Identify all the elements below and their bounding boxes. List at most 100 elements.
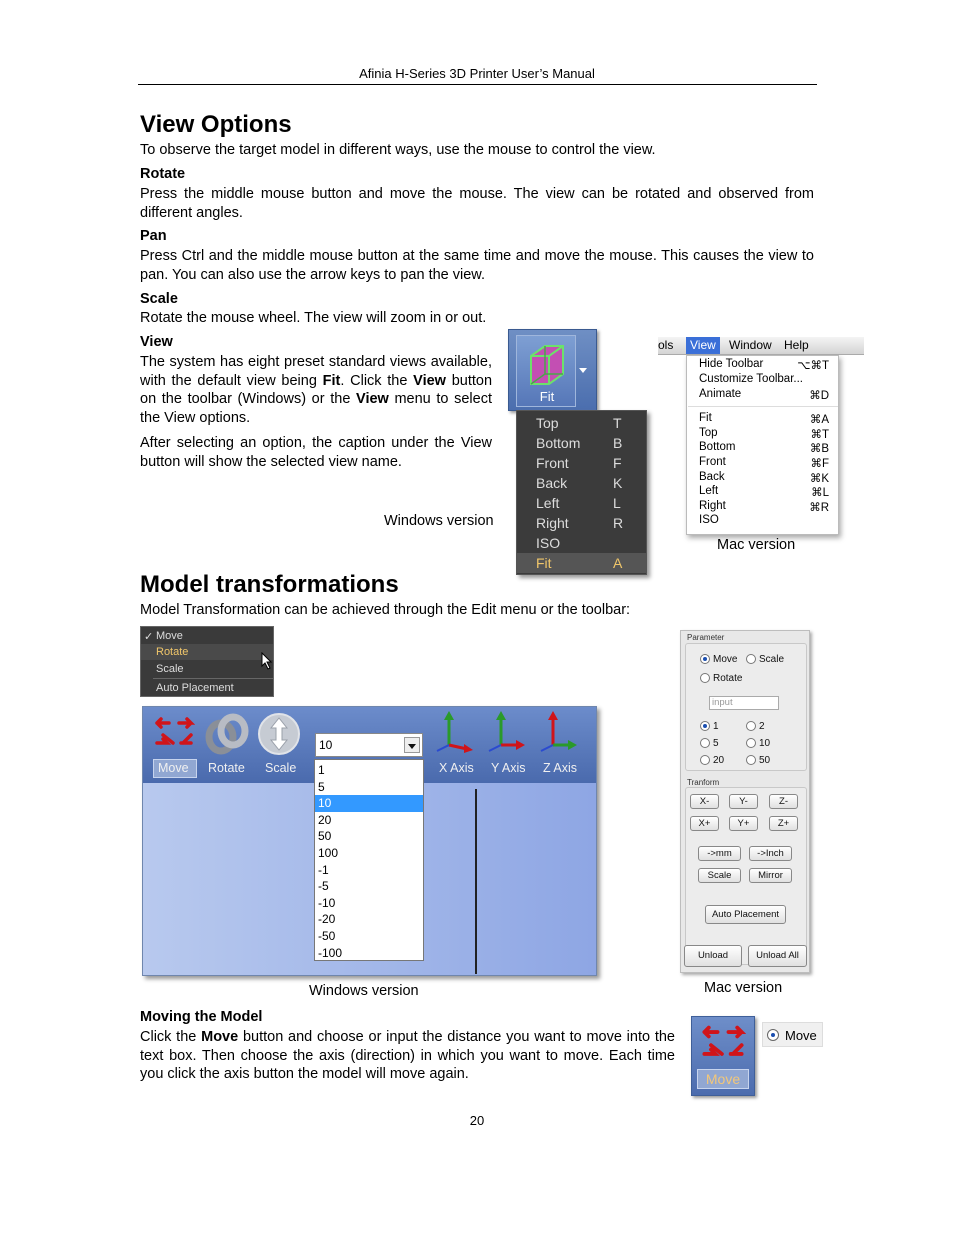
menubar-item[interactable]: ols — [658, 338, 673, 352]
distance-option[interactable]: -20 — [315, 911, 423, 928]
y-plus-button[interactable]: Y+ — [729, 816, 758, 831]
unload-button[interactable]: Unload — [684, 945, 742, 967]
chevron-down-icon[interactable] — [404, 737, 420, 753]
mac-menu-item[interactable]: Animate ⌘D — [699, 388, 829, 402]
radio-label: 20 — [713, 755, 725, 766]
view-menu-item[interactable]: Front F — [517, 453, 646, 473]
mode-radio-rotate[interactable] — [700, 673, 710, 683]
view-menu-item[interactable]: Back K — [517, 473, 646, 493]
distance-option[interactable]: 100 — [315, 845, 423, 862]
model-transformations-intro: Model Transformation can be achieved thr… — [140, 602, 631, 618]
view-menu-item[interactable]: Top T — [517, 413, 646, 433]
x-minus-button[interactable]: X- — [690, 794, 719, 809]
distance-option[interactable]: -50 — [315, 928, 423, 945]
view-options-intro: To observe the target model in different… — [140, 142, 656, 158]
scale-button-label[interactable]: Scale — [265, 761, 296, 775]
move-icon[interactable] — [153, 717, 195, 749]
y-axis-icon[interactable] — [485, 711, 525, 753]
rotate-icon[interactable] — [205, 713, 249, 755]
z-axis-button-label[interactable]: Z Axis — [543, 761, 577, 775]
view-menu-item[interactable]: Left L — [517, 493, 646, 513]
shortcut: L — [613, 495, 621, 511]
edit-menu-item-move[interactable]: ✓ Move — [141, 628, 273, 644]
rotate-button-label[interactable]: Rotate — [208, 761, 245, 775]
step-radio-20[interactable] — [700, 755, 710, 765]
mac-menu-item[interactable]: Top ⌘T — [699, 427, 829, 441]
edit-menu-item-rotate[interactable]: Rotate — [141, 644, 273, 660]
mac-menu-item[interactable]: Front ⌘F — [699, 456, 829, 470]
distance-dropdown-list: 1 5 10 20 50 100 -1 -5 -10 -20 -50 -100 — [314, 759, 424, 961]
scale-icon[interactable] — [257, 712, 301, 756]
view-button-face[interactable]: Fit — [516, 335, 576, 407]
mac-view-menu-screenshot: ols View Window Help Hide Toolbar ⌥⌘T Cus… — [658, 337, 864, 547]
distance-combobox[interactable]: 10 — [315, 733, 423, 757]
edit-menu-item-auto-placement[interactable]: Auto Placement — [141, 680, 273, 696]
mode-radio-move[interactable] — [700, 654, 710, 664]
dropdown-arrow-icon[interactable] — [579, 368, 587, 373]
edit-menu-item-scale[interactable]: Scale — [141, 661, 273, 677]
mac-menu-item[interactable]: Hide Toolbar ⌥⌘T — [699, 358, 829, 372]
mac-menu-item[interactable]: Right ⌘R — [699, 500, 829, 514]
distance-option[interactable]: 1 — [315, 762, 423, 779]
mac-menu-item[interactable]: Customize Toolbar... — [699, 373, 829, 387]
mac-menu-item[interactable]: Bottom ⌘B — [699, 441, 829, 455]
menubar-item[interactable]: Window — [729, 338, 772, 352]
step-radio-10[interactable] — [746, 738, 756, 748]
shortcut: ⌘R — [809, 502, 829, 514]
distance-value[interactable]: 10 — [319, 738, 332, 752]
mirror-button[interactable]: Mirror — [749, 868, 792, 883]
step-radio-50[interactable] — [746, 755, 756, 765]
menubar-item-view[interactable]: View — [686, 337, 720, 354]
unload-all-button[interactable]: Unload All — [748, 945, 807, 967]
view-menu-item[interactable]: ISO — [517, 533, 646, 553]
mac-menu-item[interactable]: Left ⌘L — [699, 485, 829, 499]
distance-option[interactable]: 50 — [315, 828, 423, 845]
view-button[interactable]: Fit — [508, 329, 597, 411]
step-radio-2[interactable] — [746, 721, 756, 731]
distance-option[interactable]: 20 — [315, 812, 423, 829]
step-radio-1[interactable] — [700, 721, 710, 731]
mode-radio-scale[interactable] — [746, 654, 756, 664]
to-inch-button[interactable]: ->Inch — [749, 846, 792, 861]
auto-placement-button[interactable]: Auto Placement — [705, 905, 786, 924]
view-menu-item-selected[interactable]: Fit A — [517, 553, 646, 573]
menu-separator — [153, 678, 273, 679]
menubar-item[interactable]: Help — [784, 338, 809, 352]
label: ISO — [536, 535, 561, 551]
x-axis-icon[interactable] — [433, 711, 473, 753]
move-toolbar-button[interactable]: Move — [691, 1016, 755, 1096]
scale-button[interactable]: Scale — [698, 868, 741, 883]
distance-option[interactable]: -5 — [315, 878, 423, 895]
radio-label: 5 — [713, 738, 719, 749]
view-text-2: After selecting an option, the caption u… — [140, 435, 492, 470]
distance-option[interactable]: 5 — [315, 779, 423, 796]
z-plus-button[interactable]: Z+ — [769, 816, 798, 831]
y-axis-button-label[interactable]: Y Axis — [491, 761, 526, 775]
x-axis-button-label[interactable]: X Axis — [439, 761, 474, 775]
view-menu-item[interactable]: Bottom B — [517, 433, 646, 453]
mac-menu-item[interactable]: Back ⌘K — [699, 471, 829, 485]
radio-label: Move — [713, 654, 738, 665]
move-button-label[interactable]: Move — [158, 761, 189, 775]
shortcut: K — [613, 475, 623, 491]
step-radio-5[interactable] — [700, 738, 710, 748]
mac-menu-item[interactable]: Fit ⌘A — [699, 412, 829, 426]
z-minus-button[interactable]: Z- — [769, 794, 798, 809]
shortcut: ⌘L — [811, 487, 829, 499]
mac-menu-item[interactable]: ISO — [699, 514, 829, 528]
distance-option[interactable]: -1 — [315, 862, 423, 879]
view-title: View — [140, 334, 173, 350]
z-axis-icon[interactable] — [537, 711, 577, 753]
label: Rotate — [156, 646, 189, 658]
distance-option[interactable]: 10 — [315, 795, 423, 812]
distance-option[interactable]: -100 — [315, 945, 423, 962]
distance-input[interactable]: input — [709, 696, 779, 710]
label: Customize Toolbar... — [699, 373, 803, 385]
view-menu-item[interactable]: Right R — [517, 513, 646, 533]
to-mm-button[interactable]: ->mm — [698, 846, 741, 861]
mac-move-radio[interactable]: Move — [762, 1022, 823, 1047]
y-minus-button[interactable]: Y- — [729, 794, 758, 809]
distance-option[interactable]: -10 — [315, 895, 423, 912]
x-plus-button[interactable]: X+ — [690, 816, 719, 831]
radio-icon[interactable] — [767, 1029, 779, 1041]
